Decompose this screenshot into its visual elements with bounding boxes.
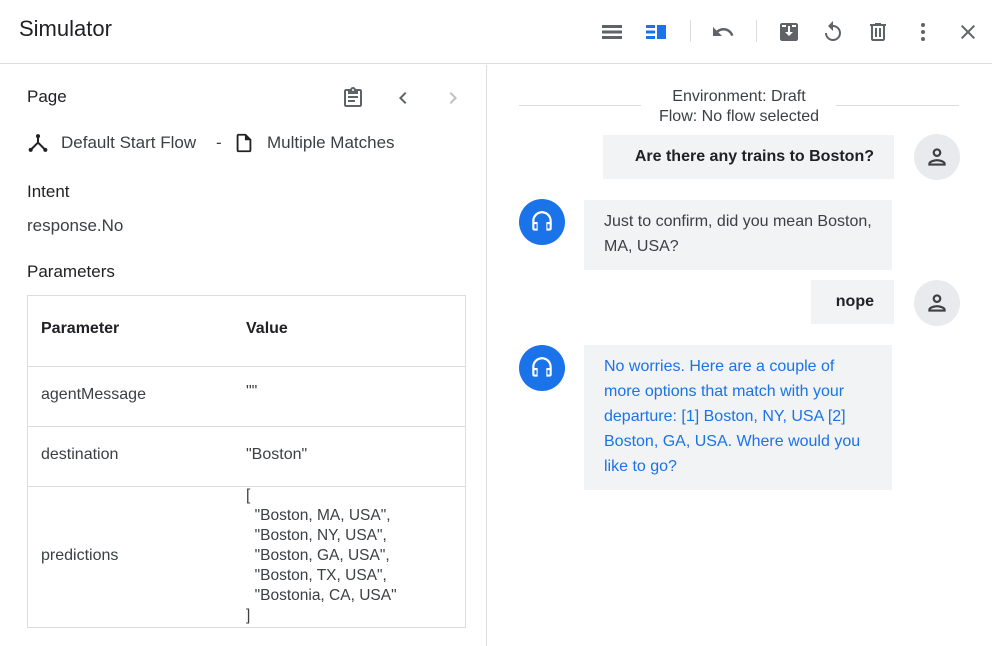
intent-section-label: Intent [27, 182, 70, 201]
param-name: agentMessage [41, 386, 146, 403]
headset-icon [532, 211, 552, 231]
parameters-table: Parameter Value agentMessage "" destinat… [27, 295, 466, 628]
flow-status-label: Flow: No flow selected [658, 108, 820, 125]
param-value: "" [246, 383, 258, 400]
column-header-parameter: Parameter [41, 320, 120, 337]
breadcrumb-separator: - [216, 133, 222, 152]
agent-message: No worries. Here are a couple of more op… [584, 345, 892, 490]
person-icon [928, 294, 946, 312]
delete-icon[interactable] [864, 18, 892, 46]
param-name: destination [41, 446, 119, 463]
table-row: predictions [ "Boston, MA, USA", "Boston… [28, 487, 465, 627]
person-icon [928, 148, 946, 166]
user-message: nope [811, 280, 894, 324]
agent-message: Just to confirm, did you mean Boston, MA… [584, 200, 892, 270]
breadcrumb-page[interactable]: Multiple Matches [233, 130, 395, 156]
headset-icon [532, 357, 552, 377]
agent-avatar [519, 199, 565, 245]
param-value: [ "Boston, MA, USA", "Boston, NY, USA", … [246, 487, 397, 624]
reset-icon[interactable] [819, 18, 847, 46]
undo-icon[interactable] [709, 18, 737, 46]
agent-avatar [519, 345, 565, 391]
flow-name: Default Start Flow [61, 133, 197, 152]
split-view-icon[interactable] [642, 18, 670, 46]
chevron-right-icon[interactable] [439, 84, 467, 112]
page-icon [236, 133, 252, 153]
download-icon[interactable] [775, 18, 803, 46]
panel-divider [486, 65, 487, 646]
column-header-value: Value [246, 320, 288, 337]
param-name: predictions [41, 547, 119, 564]
table-row: destination "Boston" [28, 427, 465, 487]
list-view-icon[interactable] [598, 18, 626, 46]
clipboard-icon[interactable] [339, 84, 367, 112]
close-icon[interactable] [954, 18, 982, 46]
param-value: "Boston" [246, 446, 308, 463]
environment-label: Environment: Draft [672, 88, 806, 105]
more-vert-icon[interactable] [909, 18, 937, 46]
table-row: agentMessage "" [28, 367, 465, 427]
flow-icon [28, 134, 48, 152]
table-header-row: Parameter Value [28, 296, 465, 367]
breadcrumb-flow[interactable]: Default Start Flow [27, 130, 196, 156]
page-section-label: Page [27, 87, 67, 106]
simulator-header: Simulator [0, 0, 992, 64]
toolbar-divider [690, 20, 691, 42]
user-avatar [914, 280, 960, 326]
page-name: Multiple Matches [267, 133, 395, 152]
user-message: Are there any trains to Boston? [603, 135, 894, 179]
parameters-section-label: Parameters [27, 262, 115, 281]
user-avatar [914, 134, 960, 180]
toolbar-divider [756, 20, 757, 42]
simulator-title: Simulator [19, 16, 112, 41]
chevron-left-icon[interactable] [389, 84, 417, 112]
intent-value: response.No [27, 216, 124, 235]
